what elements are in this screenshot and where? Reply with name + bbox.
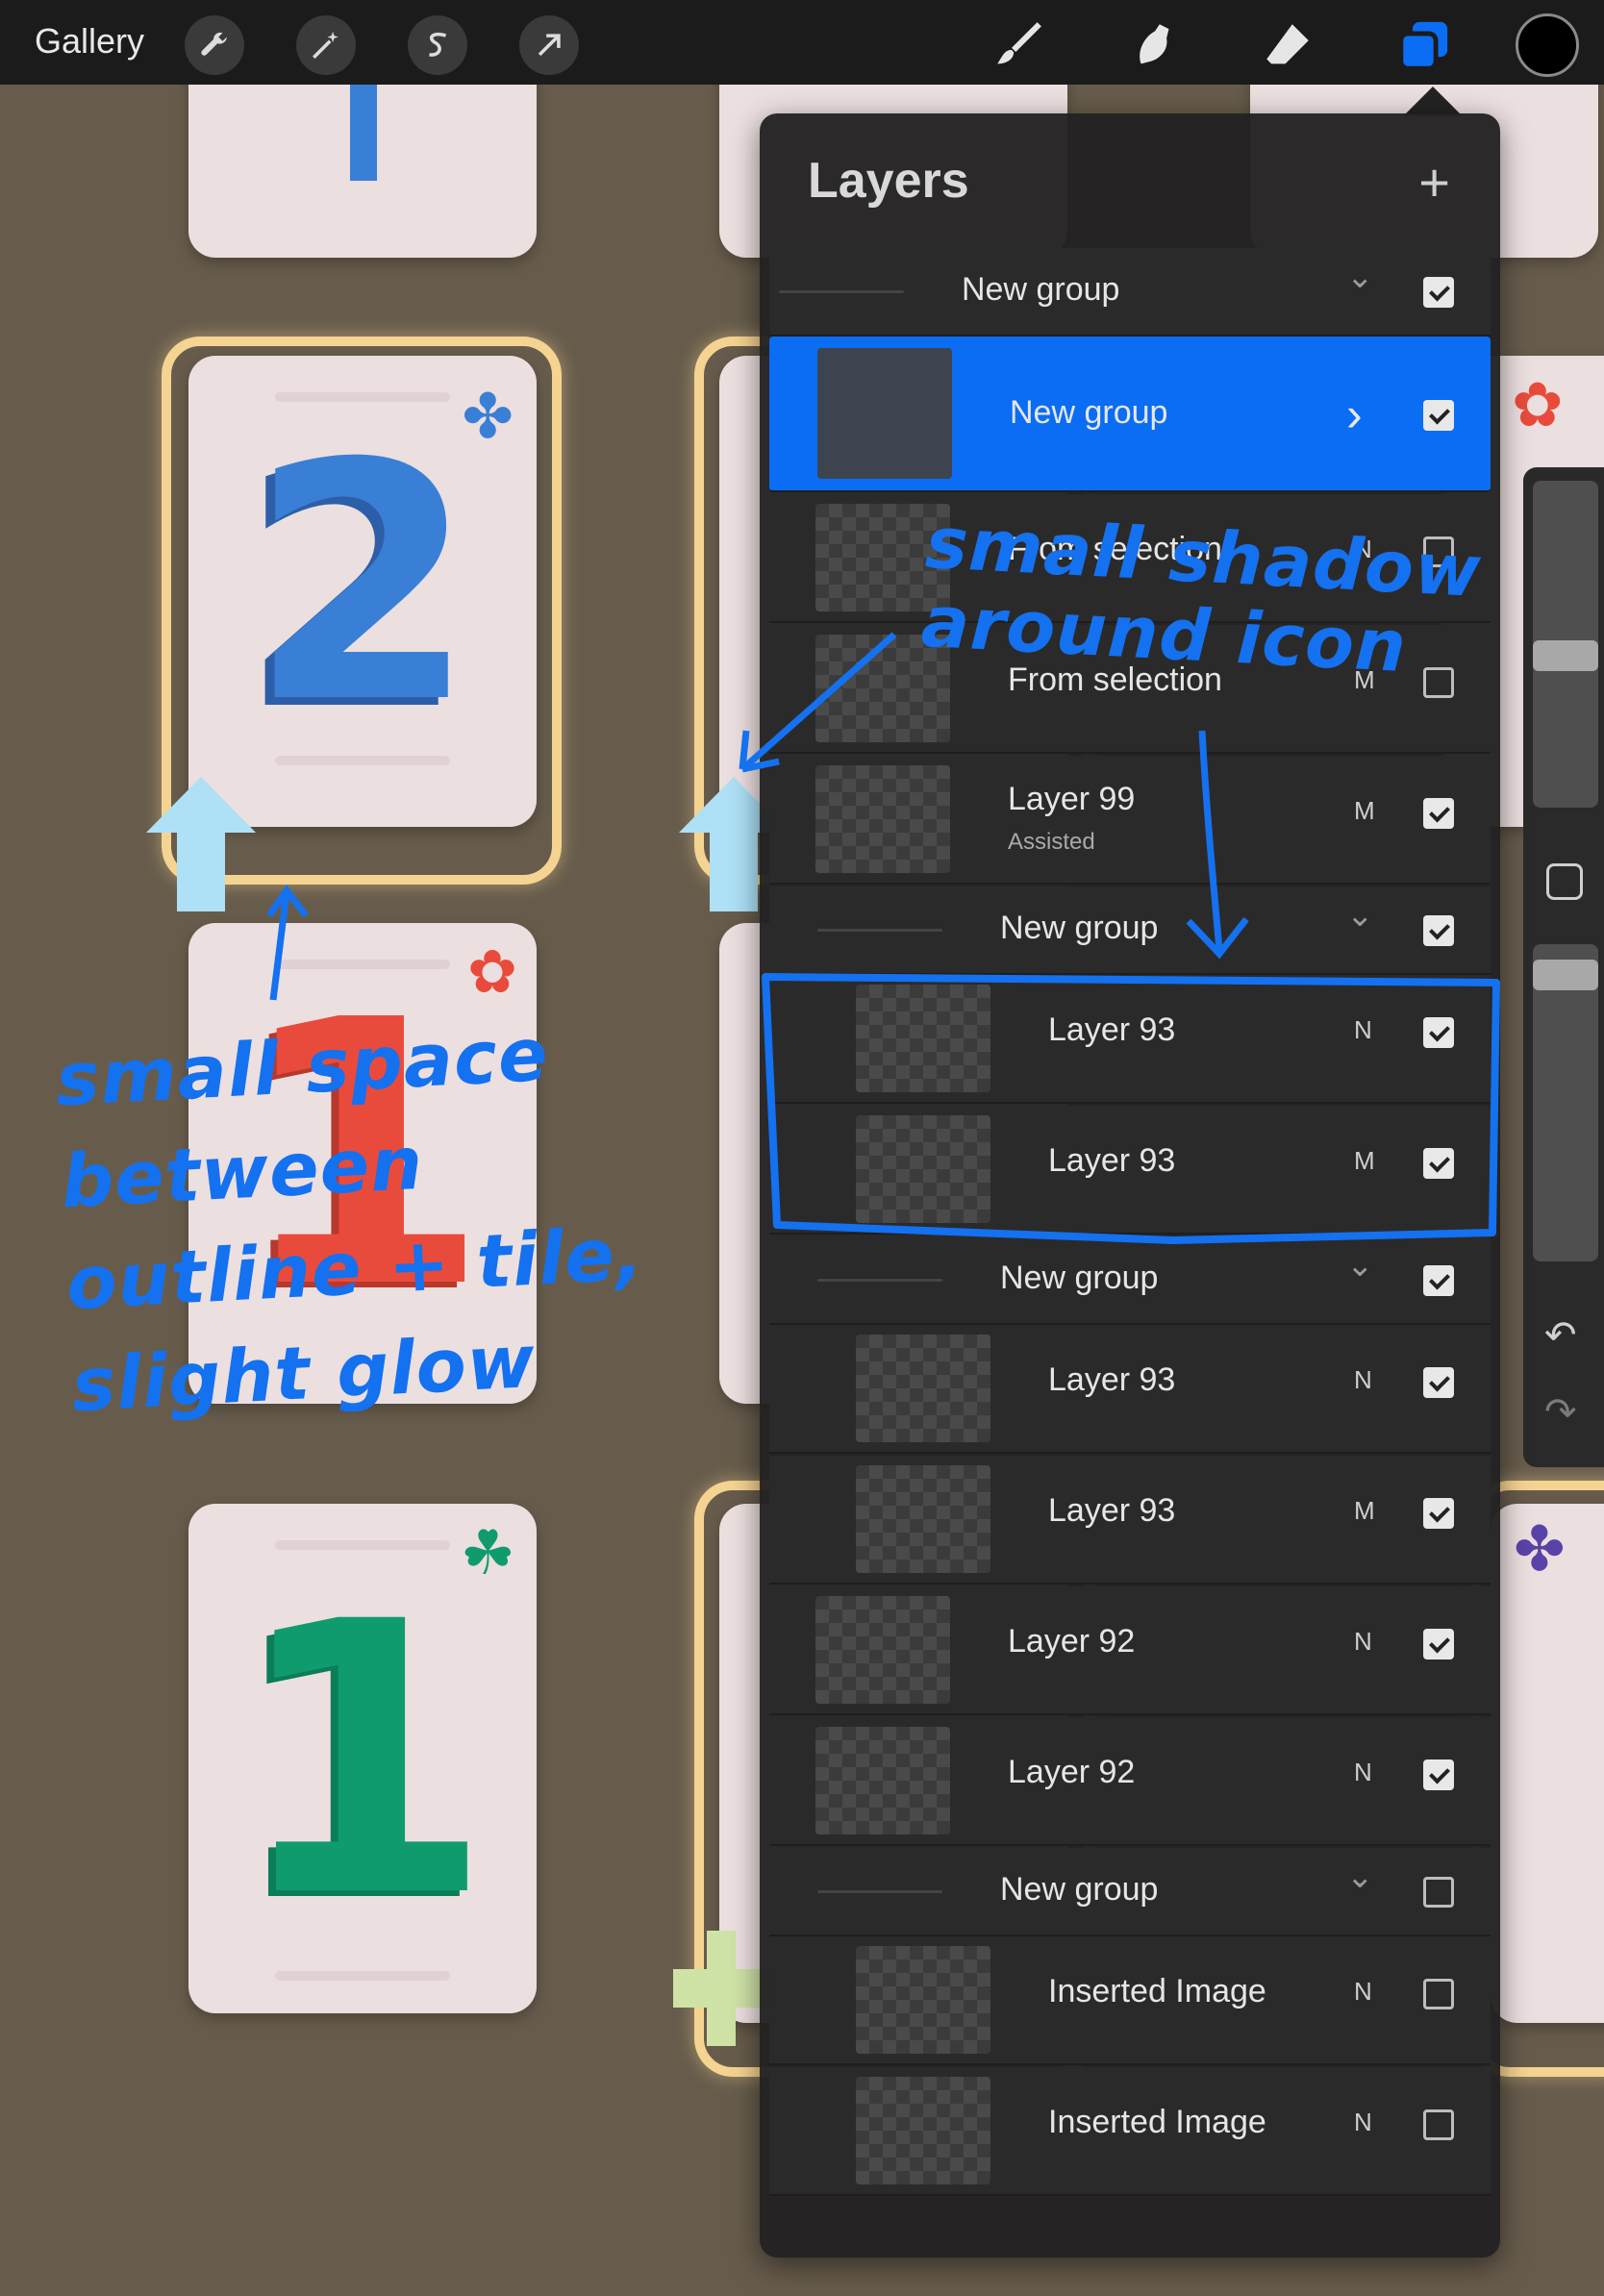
annotation-space-note: small space between outline + tile, slig…: [53, 1011, 646, 1429]
annotation-shadow-note: small shadow around icon: [919, 501, 1484, 689]
